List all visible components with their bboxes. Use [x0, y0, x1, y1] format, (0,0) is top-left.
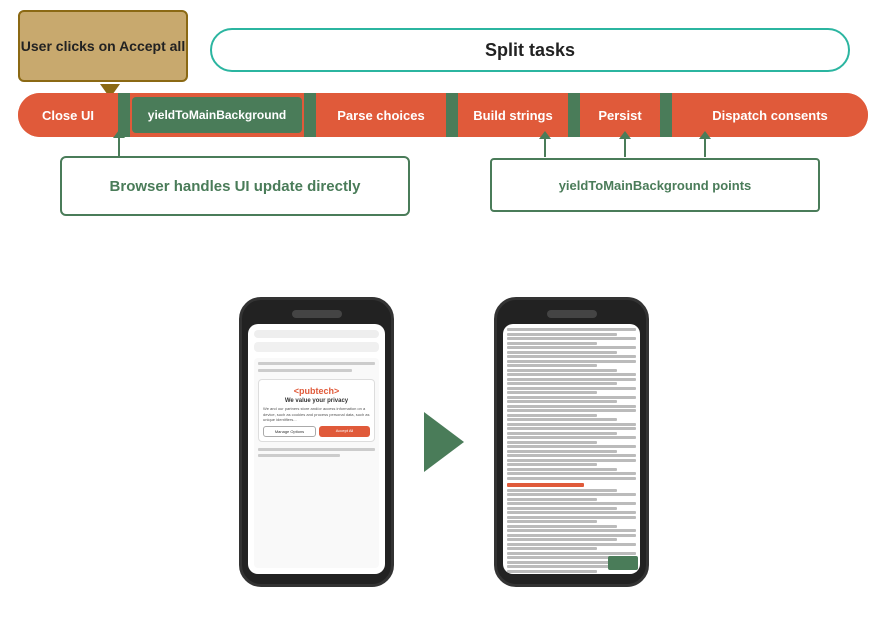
- phone1-manage-btn[interactable]: Manage Options: [263, 426, 316, 437]
- art-line-19: [507, 409, 636, 412]
- diagram-area: User clicks on Accept all Split tasks Cl…: [0, 0, 888, 280]
- phone1-privacy-title: We value your privacy: [263, 398, 370, 404]
- art-line-28: [507, 450, 617, 453]
- phone1-pubtech: <pubtech>: [263, 386, 370, 396]
- art-line-32: [507, 468, 617, 471]
- art-line-20: [507, 414, 597, 417]
- art-line-24: [507, 432, 617, 435]
- phone1-body-text: We and our partners store and/or access …: [263, 406, 370, 423]
- phone1-line4: [258, 454, 340, 457]
- green-divider-3: [446, 93, 458, 137]
- phone1-mockup: <pubtech> We value your privacy We and o…: [239, 297, 394, 587]
- art-line-1: [507, 328, 636, 331]
- browser-handles-box: Browser handles UI update directly: [60, 156, 410, 216]
- art-line-37: [507, 498, 597, 501]
- art-line-9: [507, 364, 597, 367]
- art-line-35: [507, 489, 617, 492]
- art-line-29: [507, 454, 636, 457]
- art-line-31: [507, 463, 597, 466]
- art-line-44: [507, 529, 636, 532]
- art-line-16: [507, 396, 636, 399]
- art-line-15: [507, 391, 597, 394]
- art-line-10: [507, 369, 617, 372]
- green-divider-4: [568, 93, 580, 137]
- phone1-notch: [292, 310, 342, 318]
- phone1-line1: [258, 362, 375, 365]
- art-line-38: [507, 502, 636, 505]
- art-line-53: [507, 570, 597, 573]
- art-line-33: [507, 472, 636, 475]
- art-line-17: [507, 400, 617, 403]
- split-tasks-label: Split tasks: [485, 40, 575, 61]
- art-line-12: [507, 378, 636, 381]
- bottom-section: <pubtech> We value your privacy We and o…: [0, 265, 888, 619]
- art-line-48: [507, 547, 597, 550]
- pipeline-close-ui: Close UI: [18, 93, 118, 137]
- green-divider-5: [660, 93, 672, 137]
- pipeline-build-strings: Build strings: [458, 93, 568, 137]
- phone1-content: <pubtech> We value your privacy We and o…: [254, 358, 379, 568]
- phone1-line3: [258, 448, 375, 451]
- art-line-49: [507, 552, 636, 555]
- phone2-article: [507, 328, 636, 574]
- art-line-46: [507, 538, 617, 541]
- art-line-2: [507, 333, 617, 336]
- art-line-13: [507, 382, 617, 385]
- art-line-26: [507, 441, 597, 444]
- art-line-18: [507, 405, 636, 408]
- art-line-47: [507, 543, 636, 546]
- art-line-30: [507, 459, 636, 462]
- phone1-screen: <pubtech> We value your privacy We and o…: [248, 324, 385, 574]
- arrow-up-right1-icon: [544, 139, 546, 157]
- phone2-green-overlay: [608, 556, 638, 570]
- user-clicks-box: User clicks on Accept all: [18, 10, 188, 82]
- phone2-screen: [503, 324, 640, 574]
- art-line-43: [507, 525, 617, 528]
- split-tasks-pill: Split tasks: [210, 28, 850, 72]
- art-line-highlight: [507, 483, 584, 487]
- art-line-3: [507, 337, 636, 340]
- art-line-25: [507, 436, 636, 439]
- art-line-5: [507, 346, 636, 349]
- art-line-21: [507, 418, 617, 421]
- pipeline-parse-choices: Parse choices: [316, 93, 446, 137]
- art-line-11: [507, 373, 636, 376]
- phone2-notch: [547, 310, 597, 318]
- art-line-36: [507, 493, 636, 496]
- art-line-7: [507, 355, 636, 358]
- art-line-39: [507, 507, 617, 510]
- phone1-cookie-banner: <pubtech> We value your privacy We and o…: [258, 379, 375, 442]
- arrow-up-right2-icon: [624, 139, 626, 157]
- art-line-27: [507, 445, 636, 448]
- phone1-status-bar: [254, 330, 379, 338]
- pipeline-bar: Close UI yieldToMainBackground Parse cho…: [18, 93, 868, 137]
- phone1-buttons: Manage Options Accept All: [263, 426, 370, 437]
- phone-arrow: [424, 412, 464, 472]
- art-line-42: [507, 520, 597, 523]
- phone1-accept-btn[interactable]: Accept All: [319, 426, 370, 437]
- arrow-right-icon: [424, 412, 464, 472]
- phone1-url-bar: [254, 342, 379, 352]
- art-line-45: [507, 534, 636, 537]
- art-line-41: [507, 516, 636, 519]
- arrow-up-right3-icon: [704, 139, 706, 157]
- arrow-up-left-icon: [118, 138, 120, 156]
- art-line-23: [507, 427, 636, 430]
- art-line-34: [507, 477, 636, 480]
- pipeline-yield-main: yieldToMainBackground: [132, 97, 302, 133]
- green-divider-2: [304, 93, 316, 137]
- art-line-14: [507, 387, 636, 390]
- user-clicks-label: User clicks on Accept all: [21, 37, 185, 55]
- phone2-mockup: [494, 297, 649, 587]
- yield-points-label: yieldToMainBackground points: [559, 178, 752, 193]
- art-line-8: [507, 360, 636, 363]
- art-line-4: [507, 342, 597, 345]
- phone1-line2: [258, 369, 352, 372]
- browser-handles-label: Browser handles UI update directly: [110, 178, 361, 195]
- yield-points-box: yieldToMainBackground points: [490, 158, 820, 212]
- art-line-40: [507, 511, 636, 514]
- art-line-22: [507, 423, 636, 426]
- art-line-50: [507, 556, 617, 559]
- art-line-6: [507, 351, 617, 354]
